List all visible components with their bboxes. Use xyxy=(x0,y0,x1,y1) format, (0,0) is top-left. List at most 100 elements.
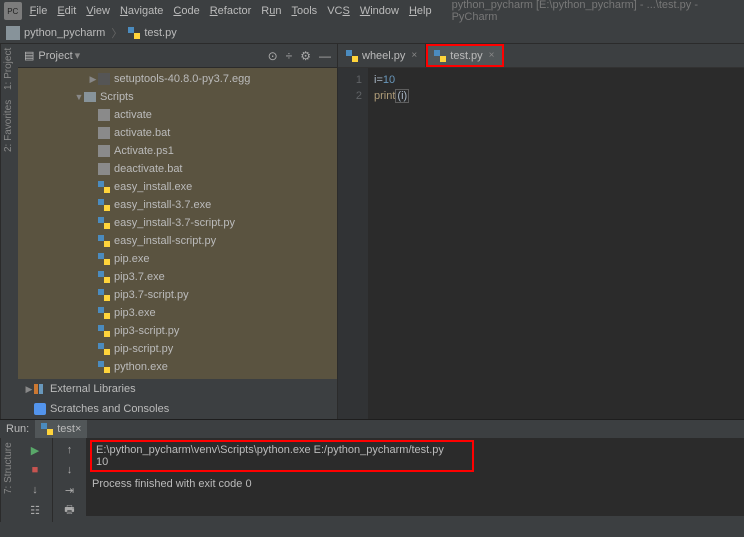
menu-navigate[interactable]: Navigate xyxy=(120,5,163,17)
run-toolbar: ▶ ■ ↓ ☷ xyxy=(18,438,52,522)
down2-button[interactable]: ↓ xyxy=(62,462,78,478)
scratches-consoles[interactable]: Scratches and Consoles xyxy=(18,399,337,419)
tree-node[interactable]: pip.exe xyxy=(18,250,337,268)
gear-icon[interactable]: ⚙ xyxy=(300,49,311,63)
tree-node[interactable]: easy_install-script.py xyxy=(18,232,337,250)
menu-vcs[interactable]: VCS xyxy=(327,5,350,17)
close-icon[interactable]: × xyxy=(411,50,417,61)
breadcrumb: python_pycharm 〉 test.py xyxy=(0,22,744,44)
console-cmd: E:\python_pycharm\venv\Scripts\python.ex… xyxy=(96,444,468,456)
close-icon[interactable]: × xyxy=(489,50,495,61)
menu-refactor[interactable]: Refactor xyxy=(210,5,252,17)
tree-node[interactable]: deactivate.bat xyxy=(18,160,337,178)
menu-window[interactable]: Window xyxy=(360,5,399,17)
collapse-icon[interactable]: ÷ xyxy=(286,49,293,63)
scratch-icon xyxy=(34,403,46,415)
editor-tab[interactable]: test.py× xyxy=(426,44,503,67)
left-tool-strip-bottom: 7: Structure xyxy=(0,438,18,522)
tree-node-label: easy_install-3.7.exe xyxy=(114,199,211,211)
tool-favorites[interactable]: 2: Favorites xyxy=(3,100,16,152)
tree-node[interactable]: setuptools-40.8.0-py3.7.egg xyxy=(18,70,337,88)
external-libraries[interactable]: External Libraries xyxy=(18,379,337,399)
python-icon xyxy=(98,217,110,229)
breadcrumb-project[interactable]: python_pycharm xyxy=(6,26,105,40)
tree-node[interactable]: easy_install.exe xyxy=(18,178,337,196)
menu-tools[interactable]: Tools xyxy=(292,5,318,17)
python-icon xyxy=(346,50,358,62)
stop-button[interactable]: ■ xyxy=(27,462,43,478)
run-panel: Run: test × 7: Structure ▶ ■ ↓ ☷ ↑ ↓ ⇥ 🖶… xyxy=(0,419,744,515)
close-icon[interactable]: × xyxy=(75,423,81,435)
tree-node-label: pip3.7-script.py xyxy=(114,289,189,301)
run-panel-header: Run: test × xyxy=(0,420,744,438)
python-icon xyxy=(98,271,110,283)
tree-node-label: activate.bat xyxy=(114,127,170,139)
tree-node-label: easy_install.exe xyxy=(114,181,192,193)
tree-node[interactable]: Scripts xyxy=(18,88,337,106)
tree-node-label: activate xyxy=(114,109,152,121)
breadcrumb-project-label: python_pycharm xyxy=(24,27,105,39)
tree-node[interactable]: activate xyxy=(18,106,337,124)
tree-node[interactable]: pip3.exe xyxy=(18,304,337,322)
tree-node-label: pip3.7.exe xyxy=(114,271,165,283)
tree-node[interactable]: activate.bat xyxy=(18,124,337,142)
tree-node[interactable]: pip3.7-script.py xyxy=(18,286,337,304)
code-area[interactable]: i=10 print(i) xyxy=(368,68,744,419)
rerun-button[interactable]: ▶ xyxy=(27,442,43,458)
menu-view[interactable]: View xyxy=(86,5,110,17)
python-icon xyxy=(41,423,53,435)
editor-tabs: wheel.py×test.py× xyxy=(338,44,744,68)
menu-edit[interactable]: Edit xyxy=(57,5,76,17)
menu-code[interactable]: Code xyxy=(173,5,199,17)
tree-node[interactable]: pip3-script.py xyxy=(18,322,337,340)
left-tool-strip: 2: Favorites 1: Project xyxy=(0,44,18,419)
window-title: python_pycharm [E:\python_pycharm] - ...… xyxy=(452,0,740,23)
python-icon xyxy=(98,289,110,301)
tree-node[interactable]: pip-script.py xyxy=(18,340,337,358)
project-tree[interactable]: setuptools-40.8.0-py3.7.eggScripts activa… xyxy=(18,68,337,379)
tree-node-label: easy_install-script.py xyxy=(114,235,216,247)
python-icon xyxy=(128,27,140,39)
tree-node[interactable]: Activate.ps1 xyxy=(18,142,337,160)
menu-run[interactable]: Run xyxy=(261,5,281,17)
tree-node-label: pip3-script.py xyxy=(114,325,179,337)
menu-file[interactable]: File xyxy=(30,5,48,17)
print-button[interactable]: 🖶 xyxy=(62,502,78,518)
console-output[interactable]: E:\python_pycharm\venv\Scripts\python.ex… xyxy=(86,438,744,522)
down-button[interactable]: ↓ xyxy=(27,482,43,498)
editor-tab[interactable]: wheel.py× xyxy=(338,44,426,67)
python-icon xyxy=(98,235,110,247)
wrap-button[interactable]: ⇥ xyxy=(62,482,78,498)
console-highlight: E:\python_pycharm\venv\Scripts\python.ex… xyxy=(92,442,472,470)
python-icon xyxy=(98,361,110,373)
run-label: Run: xyxy=(6,423,29,435)
locate-icon[interactable]: ⊙ xyxy=(268,49,278,63)
tree-node[interactable]: easy_install-3.7-script.py xyxy=(18,214,337,232)
menu-help[interactable]: Help xyxy=(409,5,432,17)
tree-node[interactable]: pip3.7.exe xyxy=(18,268,337,286)
library-icon xyxy=(34,383,46,395)
line-gutter: 12 xyxy=(338,68,368,419)
run-tab[interactable]: test × xyxy=(35,420,87,438)
tree-node-label: python.exe xyxy=(114,361,168,373)
project-panel-header: ▤ Project ▾ ⊙ ÷ ⚙ — xyxy=(18,44,337,68)
tree-node[interactable]: easy_install-3.7.exe xyxy=(18,196,337,214)
tree-node[interactable]: python.exe xyxy=(18,358,337,376)
breadcrumb-separator: 〉 xyxy=(111,25,122,41)
file-icon xyxy=(98,163,110,175)
python-icon xyxy=(98,199,110,211)
tree-node-label: pip3.exe xyxy=(114,307,156,319)
tool-project[interactable]: 1: Project xyxy=(3,48,16,90)
folder-icon xyxy=(6,26,20,40)
file-icon xyxy=(98,73,110,85)
project-panel-title[interactable]: ▤ Project ▾ xyxy=(24,49,80,62)
up-button[interactable]: ↑ xyxy=(62,442,78,458)
console-exit: Process finished with exit code 0 xyxy=(92,478,738,490)
layout-button[interactable]: ☷ xyxy=(27,502,43,518)
python-icon xyxy=(98,325,110,337)
breadcrumb-file[interactable]: test.py xyxy=(128,27,176,39)
hide-icon[interactable]: — xyxy=(319,49,331,63)
run-toolbar-2: ↑ ↓ ⇥ 🖶 xyxy=(52,438,86,522)
pycharm-logo: PC xyxy=(4,2,22,20)
tool-structure[interactable]: 7: Structure xyxy=(3,442,16,494)
